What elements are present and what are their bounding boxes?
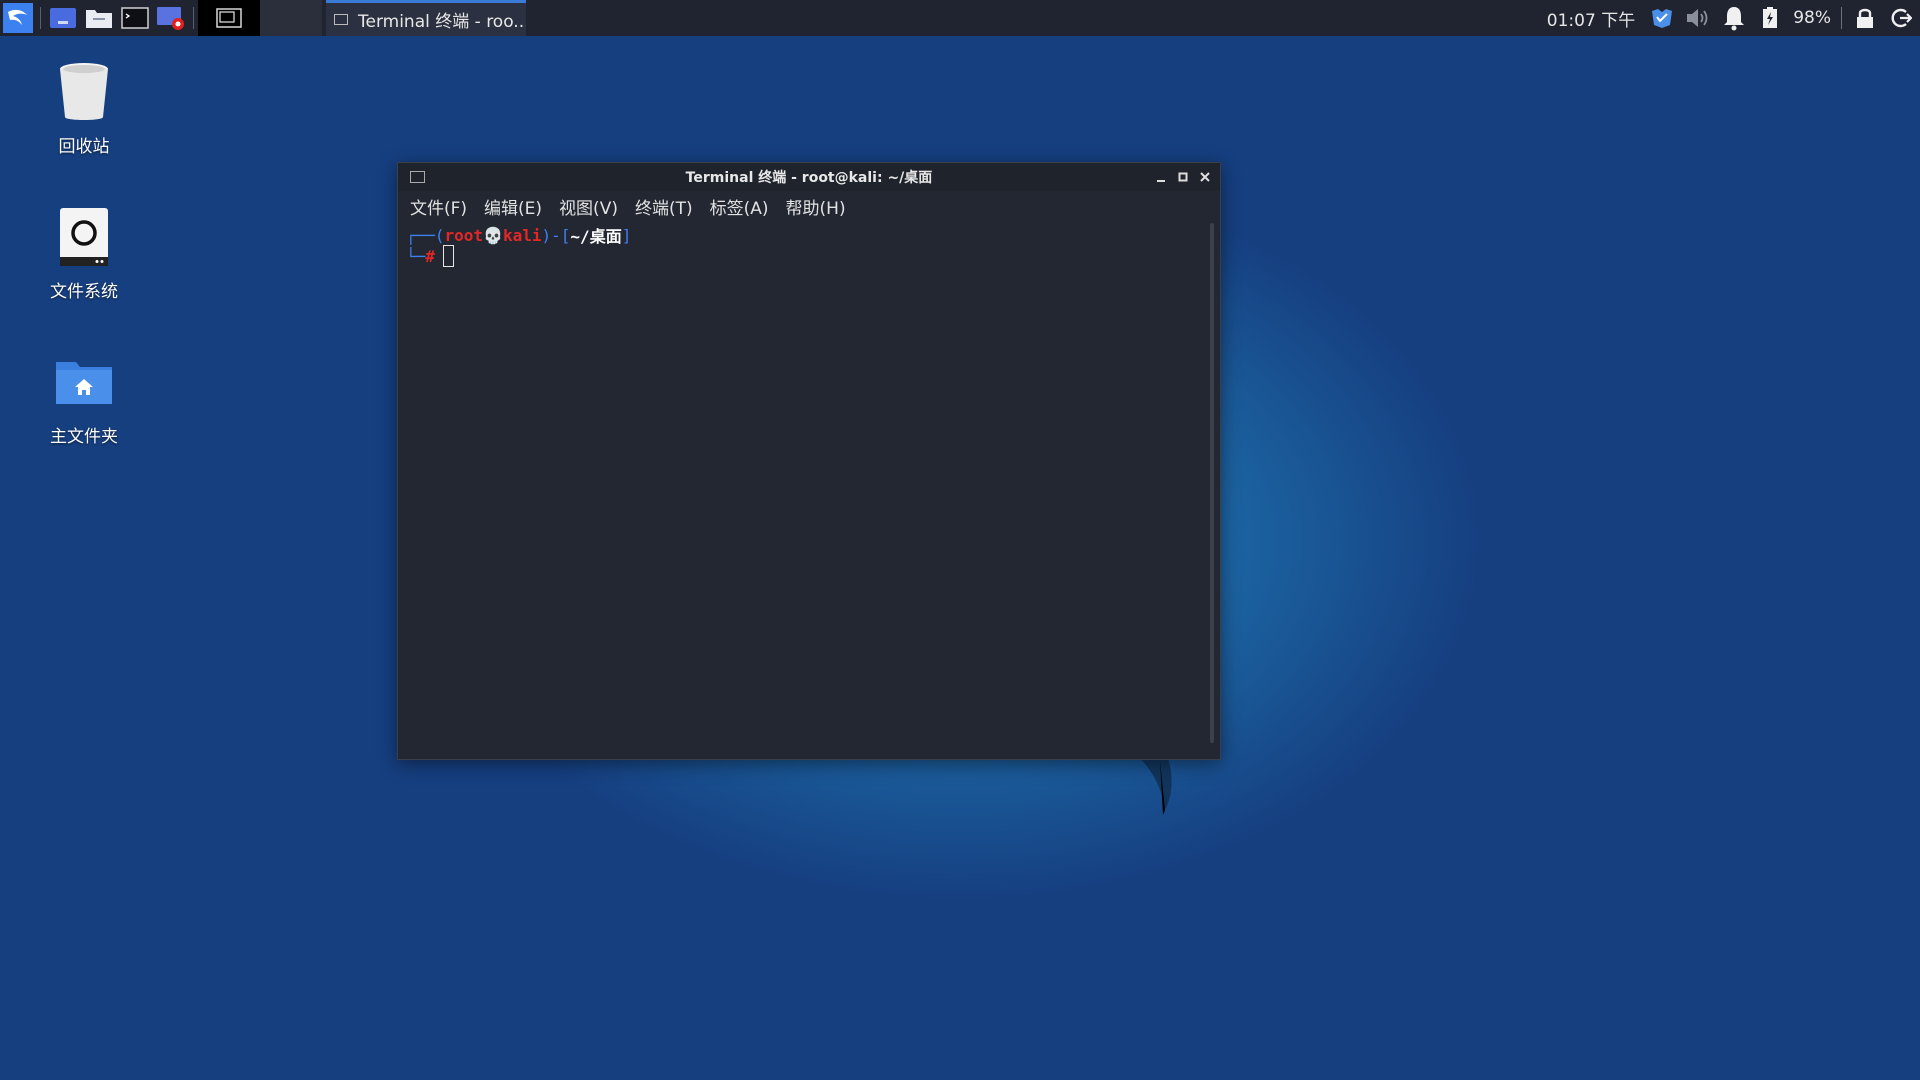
kali-menu-icon [3,3,33,33]
menu-view[interactable]: 视图(V) [559,194,618,219]
prompt-hash: # [425,246,435,266]
menu-terminal[interactable]: 终端(T) [635,194,693,219]
terminal-launcher-button[interactable] [117,0,153,36]
window-title: Terminal 终端 - root@kali: ~/桌面 [685,170,933,186]
prompt-line2-prefix: └─ [406,246,426,266]
minimize-icon [1157,180,1165,182]
prompt-line-1: ┌──(root 💀 kali)-[~/桌面] [406,225,1212,247]
launcher-group [0,0,322,36]
logout-icon [1891,8,1912,28]
maximize-button[interactable] [1176,167,1190,187]
battery-icon [1763,7,1778,28]
filesystem-label: 文件系统 [50,282,118,302]
notification-bell-icon [1724,7,1745,31]
clock[interactable]: 01:07 下午 [1547,6,1635,31]
close-button[interactable] [1198,167,1212,187]
logout-button[interactable] [1888,5,1914,31]
prompt-line-2: └─ # [406,245,1212,267]
screen-recorder-button[interactable] [153,0,189,36]
prompt-mid: )-[ [541,225,571,245]
close-icon [1200,172,1210,182]
trash-label: 回收站 [58,137,110,157]
trash-icon [52,60,116,124]
notifications-button[interactable] [1721,5,1747,31]
prompt-skull: 💀 [483,225,503,245]
window-icon [334,14,348,25]
file-manager-button[interactable] [81,0,117,36]
terminal-window[interactable]: Terminal 终端 - root@kali: ~/桌面 文件(F) 编辑(E… [397,162,1221,760]
workspace-button[interactable] [45,0,81,36]
window-titlebar[interactable]: Terminal 终端 - root@kali: ~/桌面 [398,163,1220,191]
menu-tabs[interactable]: 标签(A) [710,194,769,219]
maximize-icon [1178,172,1188,182]
workspace-icon [50,8,76,28]
drive-icon [52,205,116,269]
menu-file[interactable]: 文件(F) [410,194,467,219]
network-button[interactable] [1649,5,1675,31]
file-manager-icon [86,10,112,28]
prompt-user: root [444,225,484,245]
desktop-icon-trash[interactable]: 回收站 [24,60,144,157]
system-tray: 01:07 下午 98% [1547,0,1920,36]
workspace-2[interactable] [260,0,322,36]
prompt-open-bracket: ┌──( [406,225,445,245]
window-controls [1154,167,1212,187]
taskbar-terminal-button[interactable]: Terminal 终端 - roo... [326,0,526,36]
menu-bar: 文件(F) 编辑(E) 视图(V) 终端(T) 标签(A) 帮助(H) [398,191,1220,221]
lock-icon [1857,8,1873,28]
volume-icon [1687,9,1708,27]
screen-recorder-icon [157,7,184,30]
battery-button[interactable] [1757,5,1783,31]
prompt-host: kali [502,225,542,245]
top-panel: Terminal 终端 - roo... 01:07 下午 98% [0,0,1920,36]
desktop-icon-home[interactable]: 主文件夹 [24,350,144,447]
menu-edit[interactable]: 编辑(E) [484,194,542,219]
terminal-icon [121,7,149,29]
prompt-close-bracket: ] [621,225,632,245]
terminal-window-icon [410,171,425,183]
battery-percent: 98% [1793,8,1831,28]
home-folder-icon [52,350,116,414]
window-switch-icon [216,8,242,28]
panel-separator [193,7,194,29]
workspace-1[interactable] [198,0,260,36]
network-icon [1652,9,1673,28]
volume-button[interactable] [1685,5,1711,31]
panel-separator [40,7,41,29]
home-label: 主文件夹 [50,427,118,447]
desktop-icon-filesystem[interactable]: 文件系统 [24,205,144,302]
terminal-area[interactable]: ┌──(root 💀 kali)-[~/桌面] └─ # [398,221,1220,751]
lock-button[interactable] [1852,5,1878,31]
prompt-path: ~/桌面 [570,227,622,246]
taskbar-terminal-label: Terminal 终端 - roo... [358,12,526,32]
terminal-cursor [442,245,454,267]
panel-separator [1841,7,1842,29]
minimize-button[interactable] [1154,167,1168,187]
kali-menu-button[interactable] [0,0,36,36]
menu-help[interactable]: 帮助(H) [786,194,846,219]
terminal-scrollbar[interactable] [1210,223,1214,743]
